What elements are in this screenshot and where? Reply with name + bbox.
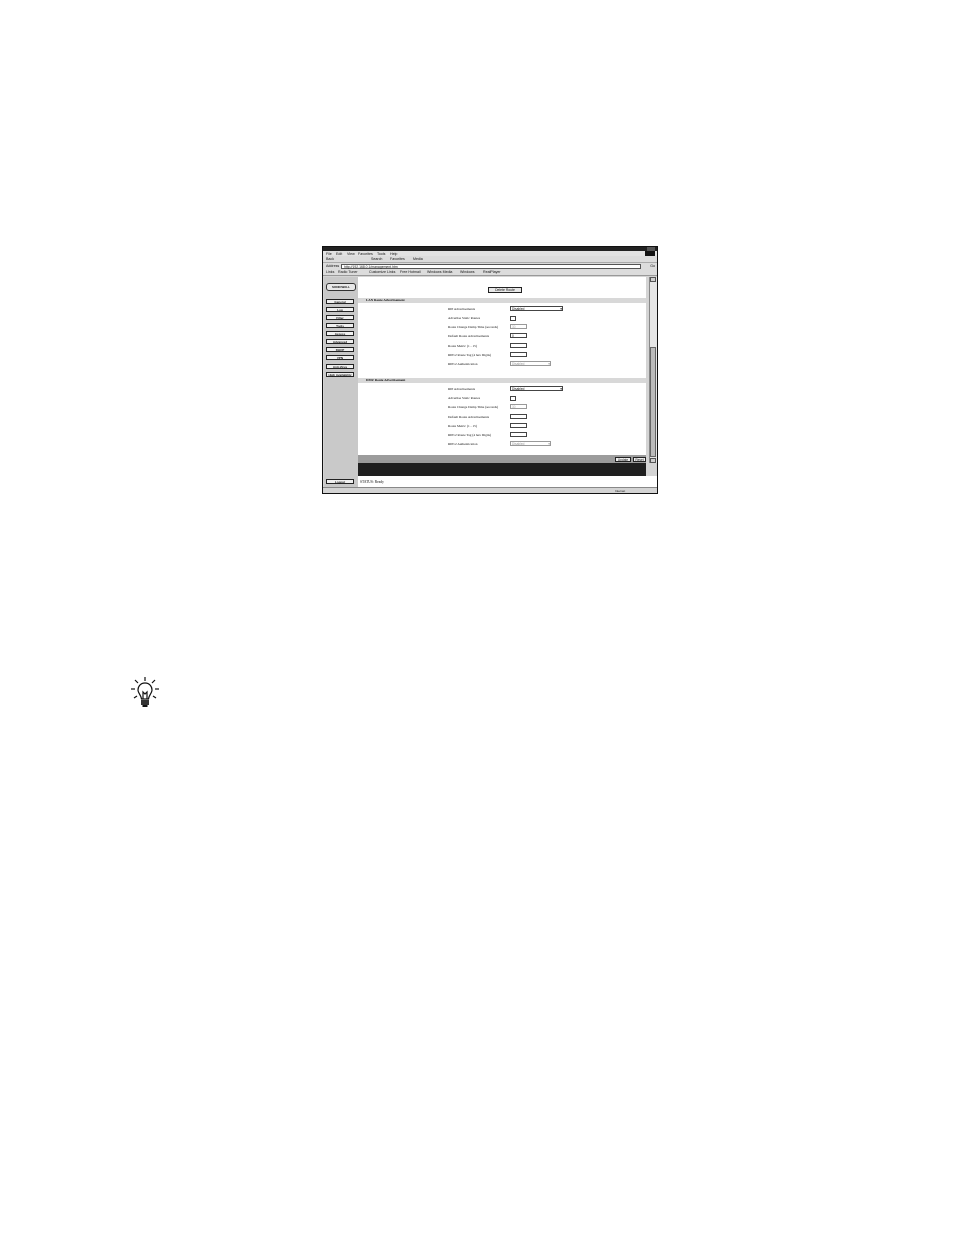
- lan-route-tag-row: RIPv2 Route Tag (4 hex Digits): [448, 352, 628, 359]
- link-radio-tuner[interactable]: Radio Tuner: [338, 270, 358, 274]
- menu-file[interactable]: File: [326, 252, 332, 256]
- dmz-advertise-static-row: Advertise Static Routes: [448, 395, 628, 402]
- sonicwall-logo: SONICWALL: [326, 283, 356, 291]
- menu-tools[interactable]: Tools: [377, 252, 385, 256]
- scroll-down-icon[interactable]: [650, 458, 656, 463]
- logout-button[interactable]: Logout: [326, 479, 354, 484]
- browser-toolbar: Back Search Favorites Media: [323, 256, 657, 263]
- field-label: Route Metric (1 - 15): [448, 424, 478, 428]
- field-label: RIP Advertisements: [448, 307, 476, 311]
- main-panel: Delete Route LAN Route Advertisement RIP…: [358, 277, 646, 463]
- scrollbar[interactable]: [649, 277, 657, 463]
- menu-view[interactable]: View: [347, 252, 355, 256]
- menu-help[interactable]: Help: [390, 252, 397, 256]
- delete-route-button[interactable]: Delete Route: [488, 287, 522, 293]
- update-button[interactable]: Update: [615, 456, 631, 462]
- link-windows[interactable]: Windows: [460, 270, 475, 274]
- lan-damp-time-row: Route Change Damp Time (seconds) 30: [448, 324, 628, 331]
- address-label: Address: [326, 264, 340, 268]
- sidebar-item-dhcp[interactable]: DHCP: [326, 347, 354, 352]
- scroll-thumb[interactable]: [650, 347, 656, 457]
- sidebar-item-vpn[interactable]: VPN: [326, 355, 354, 360]
- lan-default-route-row: Default Route Advertisements 0: [448, 333, 628, 340]
- browser-status-bar: Internet: [323, 487, 657, 493]
- dmz-route-tag-input[interactable]: [510, 432, 527, 437]
- lan-advertise-static-checkbox[interactable]: [510, 315, 516, 321]
- scroll-up-icon[interactable]: [650, 277, 656, 282]
- dmz-damp-time-row: Route Change Damp Time (seconds) 30: [448, 404, 628, 411]
- favorites-button[interactable]: Favorites: [390, 257, 405, 261]
- reset-button[interactable]: Reset: [633, 456, 646, 462]
- address-input[interactable]: http://192.168.0.1/management.htm: [341, 263, 641, 269]
- lan-rip-advertisements-row: RIP Advertisements Disabled: [448, 306, 628, 313]
- sidebar-item-filter[interactable]: Filter: [326, 315, 354, 320]
- lan-damp-time-input[interactable]: 30: [510, 324, 527, 329]
- field-label: RIPv2 Authentication: [448, 362, 478, 366]
- sidebar-item-tools[interactable]: Tools: [326, 323, 354, 328]
- field-label: RIP Advertisements: [448, 387, 476, 391]
- menu-favorites[interactable]: Favorites: [358, 252, 373, 256]
- dmz-route-metric-row: Route Metric (1 - 15): [448, 423, 628, 430]
- link-customize[interactable]: Customize Links: [369, 270, 395, 274]
- lan-route-metric-row: Route Metric (1 - 15): [448, 343, 628, 350]
- lan-ripv2-auth-row: RIPv2 Authentication Disabled: [448, 361, 628, 368]
- field-label: Advertise Static Routes: [448, 396, 481, 400]
- link-realplayer[interactable]: RealPlayer: [483, 270, 501, 274]
- dmz-route-metric-input[interactable]: [510, 423, 527, 428]
- sidebar: SONICWALL General Log Filter Tools Acces…: [324, 277, 359, 488]
- dmz-ripv2-auth-row: RIPv2 Authentication Disabled: [448, 441, 628, 448]
- menu-edit[interactable]: Edit: [336, 252, 342, 256]
- sidebar-item-high-availability[interactable]: High Availability: [326, 372, 354, 377]
- sidebar-item-access[interactable]: Access: [326, 331, 354, 336]
- back-button[interactable]: Back: [326, 257, 334, 261]
- field-label: Advertise Static Routes: [448, 316, 481, 320]
- status-text: STATUS: Ready: [360, 480, 384, 484]
- action-bar: Update Reset: [358, 455, 646, 463]
- link-windows-media[interactable]: Windows Media: [427, 270, 452, 274]
- field-label: Route Change Damp Time (seconds): [448, 405, 499, 409]
- field-label: RIPv2 Route Tag (4 hex Digits): [448, 353, 492, 357]
- sidebar-item-advanced[interactable]: Advanced: [326, 339, 354, 344]
- dmz-route-tag-row: RIPv2 Route Tag (4 hex Digits): [448, 432, 628, 439]
- footer-bar: [358, 463, 646, 476]
- lan-section-header: LAN Route Advertisement: [358, 298, 646, 303]
- dmz-ripv2-auth-select[interactable]: Disabled: [510, 441, 551, 446]
- browser-window: File Edit View Favorites Tools Help Back…: [322, 246, 658, 494]
- go-button[interactable]: Go: [650, 264, 655, 268]
- dmz-default-route-input[interactable]: [510, 414, 527, 419]
- internet-zone-label: Internet: [615, 488, 626, 493]
- lan-ripv2-auth-select[interactable]: Disabled: [510, 361, 551, 366]
- links-label: Links: [326, 270, 335, 274]
- sidebar-item-anti-virus[interactable]: Anti-Virus: [326, 364, 354, 369]
- lan-rip-advertisements-select[interactable]: Disabled: [510, 306, 563, 311]
- lan-route-tag-input[interactable]: [510, 352, 527, 357]
- lan-advertise-static-row: Advertise Static Routes: [448, 315, 628, 322]
- lightbulb-icon: [131, 677, 159, 707]
- field-label: Route Metric (1 - 15): [448, 344, 478, 348]
- field-label: Route Change Damp Time (seconds): [448, 325, 499, 329]
- dmz-rip-advertisements-select[interactable]: Disabled: [510, 386, 563, 391]
- dmz-damp-time-input[interactable]: 30: [510, 404, 527, 409]
- sidebar-item-log[interactable]: Log: [326, 307, 354, 312]
- field-label: RIPv2 Authentication: [448, 442, 478, 446]
- dmz-section-header: DMZ Route Advertisement: [358, 378, 646, 383]
- dmz-rip-advertisements-row: RIP Advertisements Disabled: [448, 386, 628, 393]
- sidebar-item-general[interactable]: General: [326, 299, 354, 304]
- link-hotmail[interactable]: Free Hotmail: [400, 270, 421, 274]
- field-label: Default Route Advertisements: [448, 415, 490, 419]
- media-button[interactable]: Media: [413, 257, 423, 261]
- search-button[interactable]: Search: [371, 257, 382, 261]
- lan-default-route-input[interactable]: 0: [510, 333, 527, 338]
- dmz-default-route-row: Default Route Advertisements: [448, 414, 628, 421]
- field-label: Default Route Advertisements: [448, 334, 490, 338]
- links-bar: Links Radio Tuner Customize Links Free H…: [323, 269, 657, 276]
- field-label: RIPv2 Route Tag (4 hex Digits): [448, 433, 492, 437]
- lan-route-metric-input[interactable]: [510, 343, 527, 348]
- dmz-advertise-static-checkbox[interactable]: [510, 395, 516, 401]
